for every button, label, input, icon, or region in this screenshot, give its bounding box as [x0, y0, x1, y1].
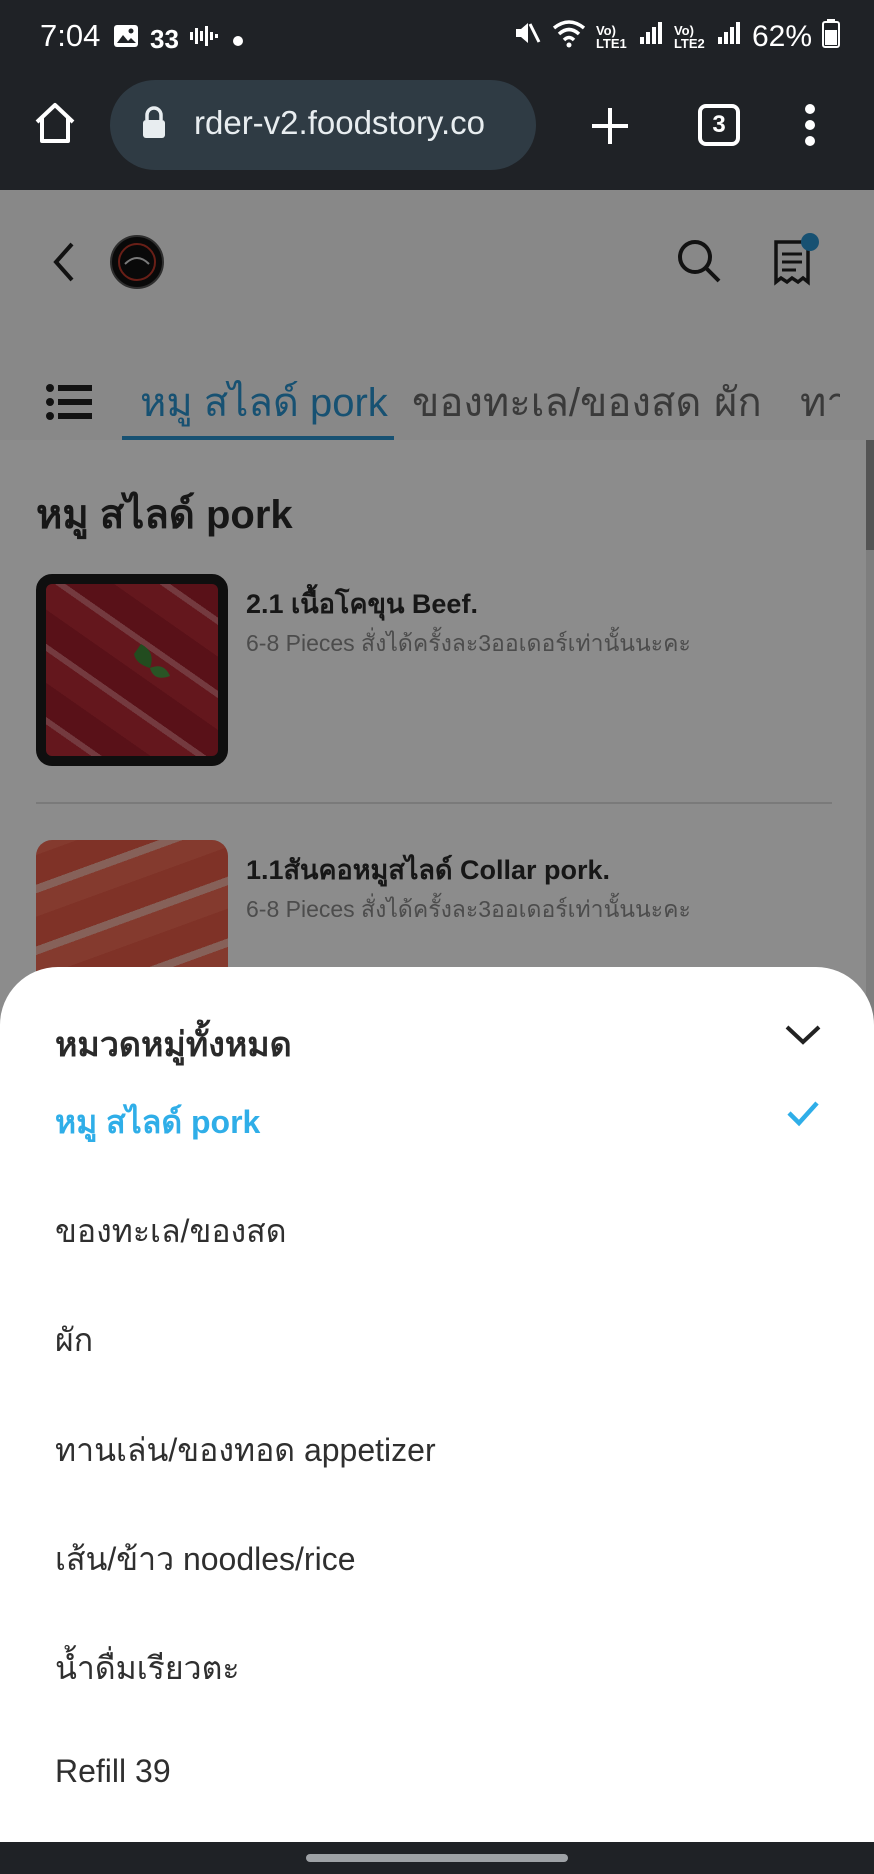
check-icon — [786, 1099, 820, 1132]
category-item-noodles-rice[interactable]: เส้น/ข้าว noodles/rice — [0, 1504, 874, 1604]
gallery-icon — [112, 22, 140, 57]
category-item-label[interactable]: ของทะเล/ของสด — [55, 1206, 286, 1257]
voice-wave-icon — [189, 24, 221, 55]
sim1-label: Vo) LTE1 — [595, 23, 627, 51]
category-item-pork[interactable]: หมู สไลด์ pork — [0, 1067, 874, 1167]
tab-switcher-button[interactable]: 3 — [698, 104, 740, 146]
status-time: 7:04 — [40, 18, 101, 53]
category-item-label[interactable]: ทานเล่น/ของทอด appetizer — [55, 1425, 436, 1476]
status-left-icons: 33 — [112, 22, 245, 57]
sheet-title: หมวดหมู่ทั้งหมด — [55, 1026, 292, 1064]
sim2-label: Vo) LTE2 — [673, 23, 705, 51]
status-bar: 7:04 33 Vo) LTE1 Vo) LTE2 62% — [0, 0, 874, 76]
more-options-icon[interactable] — [800, 102, 820, 153]
address-bar[interactable]: rder-v2.foodstory.co — [110, 80, 536, 170]
wifi-icon — [552, 18, 586, 56]
category-bottom-sheet: หมวดหมู่ทั้งหมด หมู สไลด์ pork ของทะเล/ข… — [0, 967, 874, 1842]
battery-icon — [822, 18, 840, 56]
category-item-vegetables[interactable]: ผัก — [0, 1285, 874, 1385]
dot-icon — [231, 24, 245, 55]
signal-icon-1 — [638, 20, 664, 54]
home-icon[interactable] — [32, 100, 78, 151]
category-item-label[interactable]: ผัก — [55, 1315, 93, 1366]
tab-count: 3 — [712, 111, 726, 138]
category-item-label[interactable]: Refill 39 — [55, 1753, 171, 1790]
category-item-appetizer[interactable]: ทานเล่น/ของทอด appetizer — [0, 1395, 874, 1495]
category-item-label[interactable]: น้ำดื่มเรียวตะ — [55, 1643, 240, 1694]
category-item-seafood[interactable]: ของทะเล/ของสด — [0, 1176, 874, 1276]
status-right-icons: Vo) LTE1 Vo) LTE2 62% — [512, 18, 840, 56]
home-gesture-handle[interactable] — [306, 1854, 568, 1862]
category-item-drinks[interactable]: น้ำดื่มเรียวตะ — [0, 1613, 874, 1713]
system-navigation-bar — [0, 1842, 874, 1874]
battery-percent: 62% — [751, 20, 812, 53]
signal-icon-2 — [716, 20, 742, 54]
category-item-refill[interactable]: Refill 39 — [0, 1723, 874, 1823]
lock-icon[interactable] — [140, 106, 168, 145]
url-text[interactable]: rder-v2.foodstory.co — [194, 104, 485, 142]
notification-count: 33 — [150, 24, 179, 54]
new-tab-icon[interactable] — [588, 104, 632, 153]
category-item-label[interactable]: หมู สไลด์ pork — [55, 1097, 260, 1148]
browser-toolbar: rder-v2.foodstory.co 3 — [0, 76, 874, 190]
mute-icon — [512, 18, 542, 56]
category-item-label[interactable]: เส้น/ข้าว noodles/rice — [55, 1534, 355, 1585]
chevron-down-icon[interactable] — [784, 1023, 822, 1052]
